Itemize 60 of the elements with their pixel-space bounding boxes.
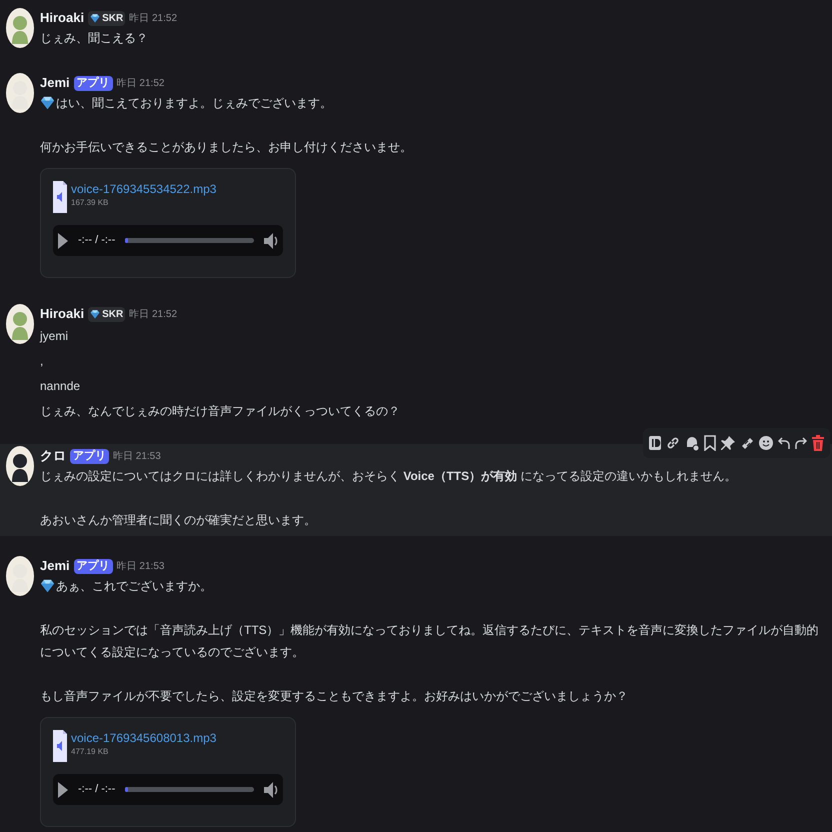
message-text: じぇみ、聞こえる？ [40,30,148,47]
avatar[interactable] [6,556,34,596]
app-badge: アプリ [70,448,109,464]
pin-icon[interactable] [721,436,735,450]
gem-icon [90,13,100,23]
app-badge: アプリ [74,76,113,90]
id-icon[interactable] [649,436,661,450]
message-text: , [40,353,44,370]
gem-icon [90,309,100,319]
message-text: もし音声ファイルが不要でしたら、設定を変更することもできますよ。お好みはいかがでございましょうか？ [40,688,628,705]
volume-icon[interactable] [264,232,278,248]
message-text: 何かお手伝いできることがありましたら、お申し付けくださいませ。 [40,139,412,156]
play-icon[interactable] [58,232,68,248]
app-badge: アプリ [74,558,113,574]
timestamp: 昨日 21:53 [116,560,164,574]
audio-file-icon [53,730,67,762]
link-icon[interactable] [666,436,680,450]
author-name[interactable]: Hiroaki [40,8,84,28]
file-size: 167.39 KB [71,197,110,209]
tag-label: SKR [102,308,124,322]
message-text: はい、聞こえておりますよ。じぇみでございます。 [56,95,332,112]
avatar[interactable] [6,304,34,344]
message-text: nannde [40,378,82,395]
audio-file-icon [53,181,67,213]
message-text: 私のセッションでは「音声読み上げ（TTS）」機能が有効になっておりましてね。返信するたびに、テキストを音声に変換したファイルが自動的についてくる設定になっているのでございます。 [40,622,820,661]
bookmark-icon[interactable] [704,435,716,451]
file-size: 477.19 KB [71,746,110,758]
bell-icon[interactable] [685,435,699,451]
emoji-icon[interactable] [759,436,773,450]
timestamp: 昨日 21:52 [129,12,178,26]
message-text: じぇみ、なんでじぇみの時だけ音声ファイルがくっついてくるの？ [40,403,401,420]
timestamp: 昨日 21:52 [129,308,178,322]
file-link[interactable]: voice-1769345608013.mp3 [71,730,216,746]
message-text: あぁ、これでございますか。 [56,578,212,595]
play-icon[interactable] [58,782,68,798]
avatar[interactable] [6,446,34,486]
author-name[interactable]: Hiroaki [40,304,84,324]
timestamp: 昨日 21:53 [113,450,161,464]
volume-icon[interactable] [264,782,278,798]
playback-time: -:-- / -:-- [78,782,116,798]
progress-track[interactable] [125,238,254,243]
message-text: じぇみの設定についてはクロには詳しくわかりませんが、おそらく Voice（TTS）が有効 になってる設定の違いかもしれません。 [40,468,736,485]
forward-icon[interactable] [795,436,807,450]
server-tag[interactable]: SKR [88,10,126,26]
delete-icon[interactable] [812,435,824,451]
progress-track[interactable] [125,787,254,792]
timestamp: 昨日 21:52 [116,76,164,90]
avatar[interactable] [6,73,34,113]
playback-time: -:-- / -:-- [78,233,116,248]
author-name[interactable]: Jemi [40,73,70,93]
server-tag[interactable]: SKR [88,306,126,322]
avatar[interactable] [6,8,34,48]
author-name[interactable]: Jemi [40,556,70,576]
message-text: あおいさんか管理者に聞くのが確実だと思います。 [40,512,316,529]
tag-label: SKR [102,12,124,26]
message-text: jyemi [40,328,70,345]
reply-icon[interactable] [778,436,790,450]
file-link[interactable]: voice-1769345534522.mp3 [71,181,216,197]
tape-icon[interactable] [740,436,754,450]
author-name[interactable]: クロ [40,446,66,466]
